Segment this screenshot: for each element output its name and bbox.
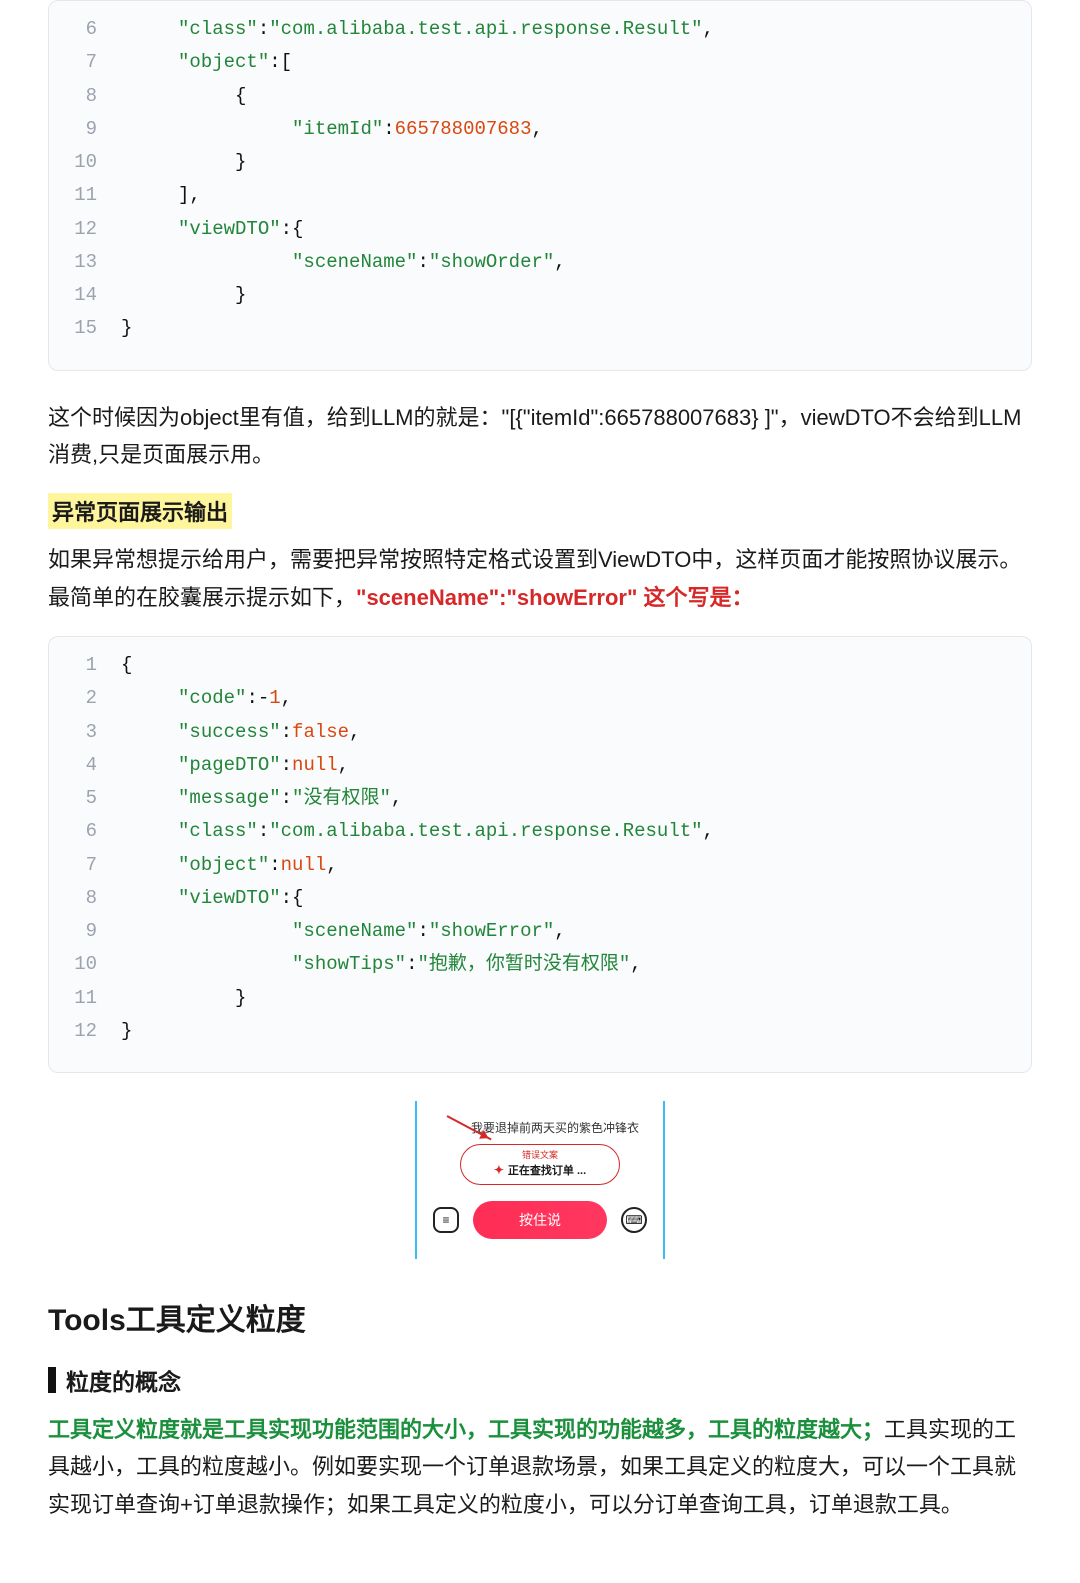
code-line: 7 "object":null,: [49, 849, 1031, 882]
code-content: }: [121, 1015, 132, 1048]
code-line: 10 }: [49, 146, 1031, 179]
code-line: 11 ],: [49, 179, 1031, 212]
arrow-annotation: [447, 1115, 497, 1117]
code-content: "showTips":"抱歉，你暂时没有权限",: [121, 948, 642, 981]
code-line: 7 "object":[: [49, 46, 1031, 79]
code-line: 13 "sceneName":"showOrder",: [49, 246, 1031, 279]
code-line: 15}: [49, 312, 1031, 345]
pill-text: 正在查找订单 ...: [508, 1162, 586, 1178]
subheading: 粒度的概念: [48, 1363, 1032, 1397]
line-number: 8: [49, 80, 121, 113]
list-icon[interactable]: ≡: [433, 1207, 459, 1233]
code-content: "itemId":665788007683,: [121, 113, 543, 146]
line-number: 5: [49, 782, 121, 815]
code-content: "pageDTO":null,: [121, 749, 349, 782]
code-line: 1{: [49, 649, 1031, 682]
code-content: }: [121, 312, 132, 345]
status-pill[interactable]: 错误文案 ✦ 正在查找订单 ...: [460, 1144, 620, 1185]
line-number: 9: [49, 915, 121, 948]
keyboard-icon[interactable]: ⌨: [621, 1207, 647, 1233]
code-line: 3 "success":false,: [49, 716, 1031, 749]
code-block-2: 1{2 "code":-1,3 "success":false,4 "pageD…: [48, 636, 1032, 1073]
highlight-heading: 异常页面展示输出: [48, 493, 232, 529]
code-line: 12 "viewDTO":{: [49, 213, 1031, 246]
code-content: "class":"com.alibaba.test.api.response.R…: [121, 13, 714, 46]
line-number: 6: [49, 13, 121, 46]
section-heading: Tools工具定义粒度: [48, 1295, 1032, 1339]
code-content: "object":null,: [121, 849, 338, 882]
line-number: 12: [49, 1015, 121, 1048]
line-number: 15: [49, 312, 121, 345]
line-number: 14: [49, 279, 121, 312]
paragraph-3-emphasis: 工具定义粒度就是工具实现功能范围的大小，工具实现的功能越多，工具的粒度越大；: [48, 1417, 884, 1442]
code-line: 6 "class":"com.alibaba.test.api.response…: [49, 815, 1031, 848]
code-content: ],: [121, 179, 201, 212]
code-line: 2 "code":-1,: [49, 682, 1031, 715]
code-line: 5 "message":"没有权限",: [49, 782, 1031, 815]
code-line: 6 "class":"com.alibaba.test.api.response…: [49, 13, 1031, 46]
control-row: ≡ 按住说 ⌨: [433, 1201, 647, 1239]
user-message: 我要退掉前两天买的紫色冲锋衣: [471, 1119, 647, 1136]
line-number: 4: [49, 749, 121, 782]
line-number: 13: [49, 246, 121, 279]
code-content: {: [121, 649, 132, 682]
line-number: 10: [49, 146, 121, 179]
code-line: 4 "pageDTO":null,: [49, 749, 1031, 782]
line-number: 8: [49, 882, 121, 915]
paragraph-1: 这个时候因为object里有值，给到LLM的就是："[{"itemId":665…: [48, 399, 1032, 474]
code-content: }: [121, 146, 246, 179]
paragraph-3: 工具定义粒度就是工具实现功能范围的大小，工具实现的功能越多，工具的粒度越大；工具…: [48, 1411, 1032, 1523]
line-number: 11: [49, 982, 121, 1015]
line-number: 11: [49, 179, 121, 212]
code-line: 12}: [49, 1015, 1031, 1048]
code-content: "viewDTO":{: [121, 213, 303, 246]
scene-name-emphasis: "sceneName":"showError" 这个写是：: [356, 585, 753, 610]
code-content: "viewDTO":{: [121, 882, 303, 915]
line-number: 7: [49, 849, 121, 882]
code-line: 9 "sceneName":"showError",: [49, 915, 1031, 948]
code-block-1: 6 "class":"com.alibaba.test.api.response…: [48, 0, 1032, 371]
code-content: "sceneName":"showError",: [121, 915, 566, 948]
code-content: "code":-1,: [121, 682, 292, 715]
code-content: "sceneName":"showOrder",: [121, 246, 566, 279]
code-content: "class":"com.alibaba.test.api.response.R…: [121, 815, 714, 848]
hold-to-speak-button[interactable]: 按住说: [473, 1201, 607, 1239]
line-number: 6: [49, 815, 121, 848]
sparkle-icon: ✦: [494, 1163, 504, 1177]
paragraph-2: 如果异常想提示给用户，需要把异常按照特定格式设置到ViewDTO中，这样页面才能…: [48, 541, 1032, 616]
code-line: 9 "itemId":665788007683,: [49, 113, 1031, 146]
code-content: {: [121, 80, 246, 113]
pill-small-label: 错误文案: [461, 1151, 619, 1160]
code-content: "success":false,: [121, 716, 360, 749]
line-number: 2: [49, 682, 121, 715]
subheading-text: 粒度的概念: [66, 1363, 181, 1397]
line-number: 7: [49, 46, 121, 79]
code-line: 11 }: [49, 982, 1031, 1015]
heading-bar-icon: [48, 1367, 56, 1393]
code-content: "message":"没有权限",: [121, 782, 402, 815]
line-number: 3: [49, 716, 121, 749]
code-line: 8 {: [49, 80, 1031, 113]
code-line: 14 }: [49, 279, 1031, 312]
code-line: 10 "showTips":"抱歉，你暂时没有权限",: [49, 948, 1031, 981]
line-number: 9: [49, 113, 121, 146]
code-content: "object":[: [121, 46, 292, 79]
line-number: 1: [49, 649, 121, 682]
code-content: }: [121, 279, 246, 312]
code-content: }: [121, 982, 246, 1015]
code-line: 8 "viewDTO":{: [49, 882, 1031, 915]
line-number: 12: [49, 213, 121, 246]
line-number: 10: [49, 948, 121, 981]
mobile-mockup: 我要退掉前两天买的紫色冲锋衣 错误文案 ✦ 正在查找订单 ... ≡ 按住说 ⌨: [415, 1101, 665, 1259]
